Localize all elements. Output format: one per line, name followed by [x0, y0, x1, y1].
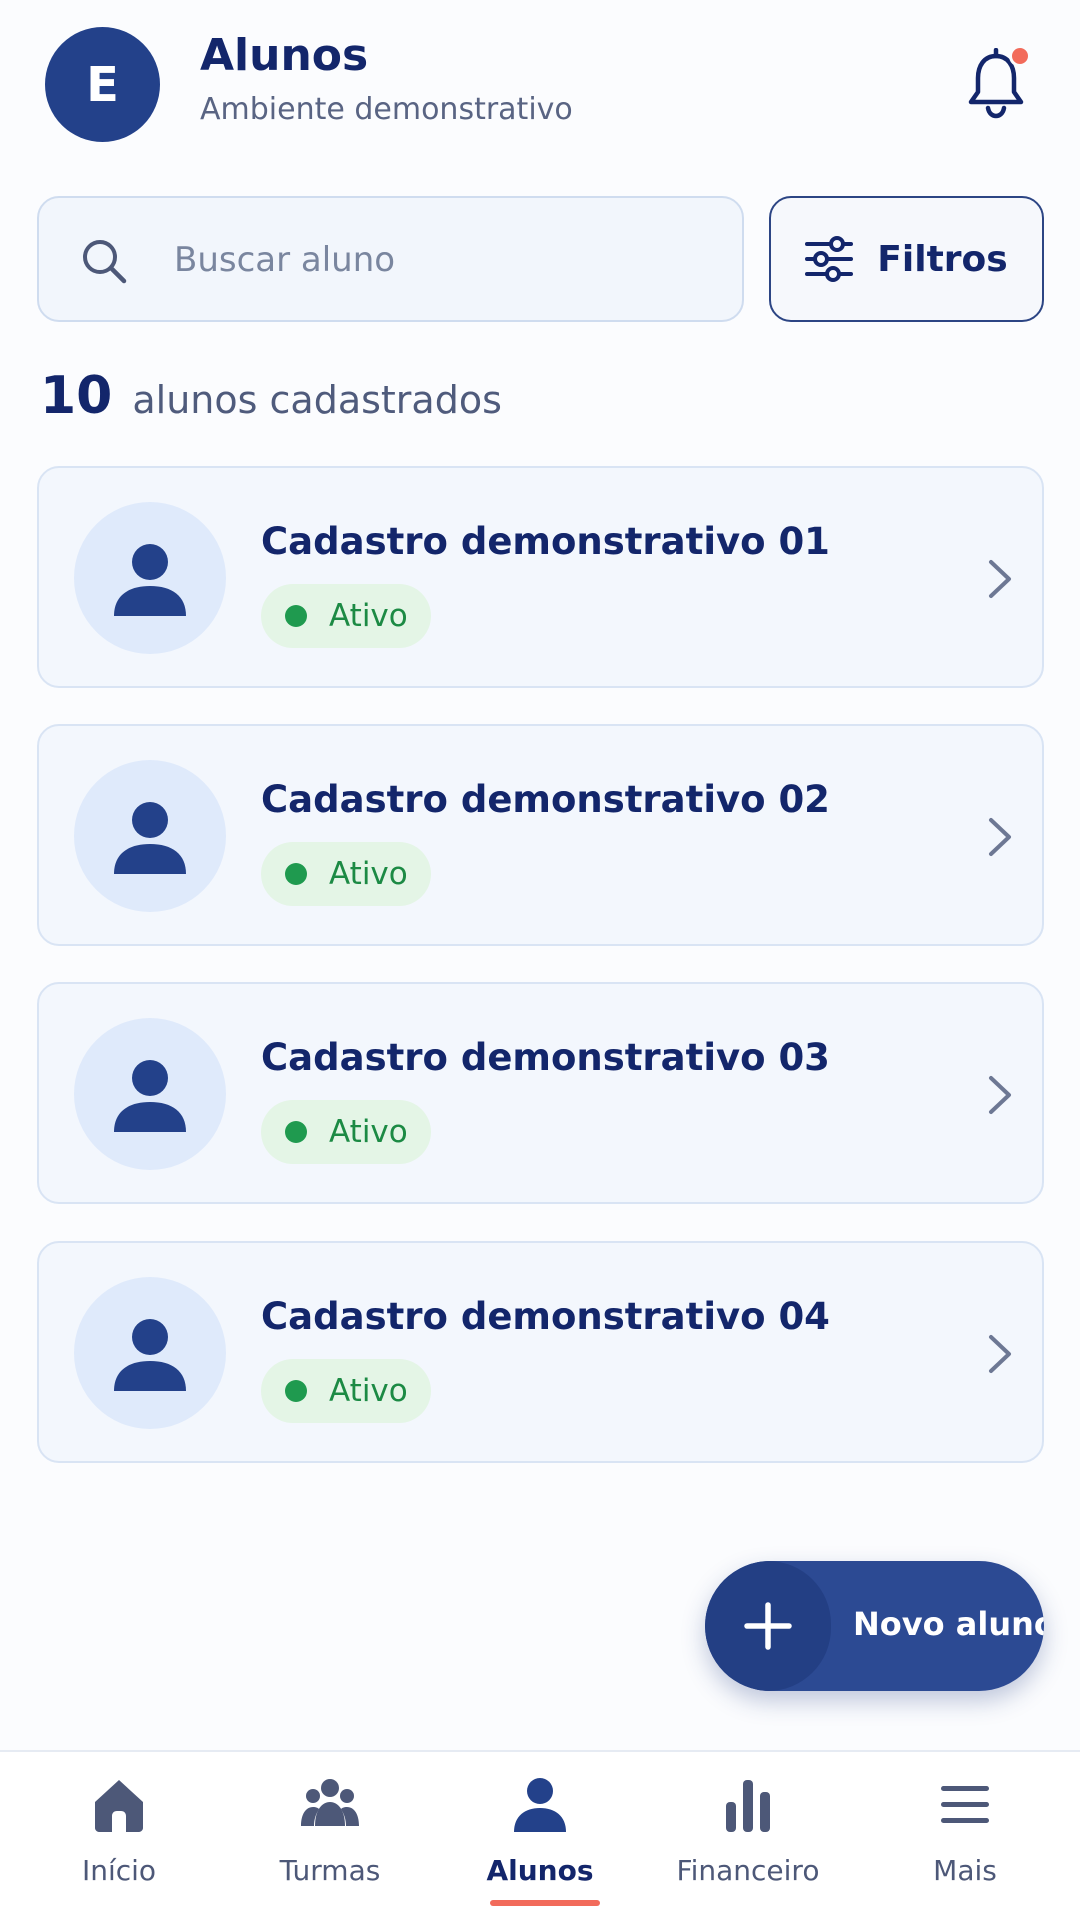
nav-label: Turmas — [279, 1854, 381, 1887]
chevron-right-icon — [989, 1335, 1011, 1373]
group-icon — [301, 1779, 359, 1826]
status-label: Ativo — [329, 1373, 408, 1409]
student-name: Cadastro demonstrativo 03 — [261, 1036, 830, 1079]
bar-chart-icon — [726, 1780, 770, 1832]
user-avatar[interactable]: E — [45, 27, 160, 142]
new-student-label: Novo aluno — [853, 1605, 1044, 1643]
user-icon — [114, 544, 186, 616]
search-box[interactable] — [37, 196, 744, 322]
student-card[interactable]: Cadastro demonstrativo 04 Ativo — [37, 1241, 1044, 1463]
filters-button[interactable]: Filtros — [769, 196, 1044, 322]
status-dot — [285, 605, 307, 627]
bottom-nav: Início Turmas Alunos Financeiro Mais — [0, 1750, 1080, 1920]
search-icon — [83, 240, 127, 284]
status-badge: Ativo — [261, 842, 431, 906]
nav-item-mais[interactable]: Mais — [865, 1774, 1065, 1904]
status-label: Ativo — [329, 1114, 408, 1150]
page-title: Alunos — [200, 30, 369, 81]
nav-item-alunos[interactable]: Alunos — [440, 1774, 640, 1906]
student-name: Cadastro demonstrativo 04 — [261, 1295, 830, 1338]
status-label: Ativo — [329, 598, 408, 634]
status-badge: Ativo — [261, 584, 431, 648]
home-icon — [95, 1780, 143, 1832]
user-icon — [114, 1319, 186, 1391]
student-avatar — [74, 760, 226, 912]
active-indicator — [490, 1900, 600, 1906]
nav-label: Financeiro — [676, 1854, 820, 1887]
student-name: Cadastro demonstrativo 01 — [261, 520, 830, 563]
student-count: 10 alunos cadastrados — [40, 366, 502, 426]
status-dot — [285, 1380, 307, 1402]
student-card[interactable]: Cadastro demonstrativo 01 Ativo — [37, 466, 1044, 688]
status-label: Ativo — [329, 856, 408, 892]
status-badge: Ativo — [261, 1100, 431, 1164]
status-dot — [285, 863, 307, 885]
nav-label: Mais — [933, 1854, 997, 1887]
chevron-right-icon — [989, 1076, 1011, 1114]
plus-icon — [744, 1602, 792, 1650]
new-student-button[interactable]: Novo aluno — [705, 1561, 1044, 1691]
chevron-right-icon — [989, 560, 1011, 598]
nav-item-turmas[interactable]: Turmas — [230, 1774, 430, 1904]
student-avatar — [74, 1277, 226, 1429]
user-icon — [114, 802, 186, 874]
student-card[interactable]: Cadastro demonstrativo 02 Ativo — [37, 724, 1044, 946]
nav-label: Início — [81, 1854, 157, 1887]
nav-item-inicio[interactable]: Início — [19, 1774, 219, 1904]
student-card[interactable]: Cadastro demonstrativo 03 Ativo — [37, 982, 1044, 1204]
count-number: 10 — [40, 366, 113, 426]
page-subtitle: Ambiente demonstrativo — [200, 92, 573, 127]
nav-item-financeiro[interactable]: Financeiro — [648, 1774, 848, 1904]
status-dot — [285, 1121, 307, 1143]
menu-icon — [941, 1786, 989, 1823]
user-icon — [114, 1060, 186, 1132]
user-icon — [514, 1778, 566, 1832]
app-header: E Alunos Ambiente demonstrativo — [0, 0, 1080, 160]
status-badge: Ativo — [261, 1359, 431, 1423]
student-avatar — [74, 1018, 226, 1170]
nav-label: Alunos — [486, 1854, 594, 1887]
student-avatar — [74, 502, 226, 654]
count-label: alunos cadastrados — [132, 378, 502, 422]
student-name: Cadastro demonstrativo 02 — [261, 778, 830, 821]
search-input[interactable] — [174, 228, 694, 292]
sliders-icon — [805, 236, 854, 282]
notification-dot — [1009, 45, 1031, 67]
filters-label: Filtros — [877, 238, 1008, 280]
chevron-right-icon — [989, 818, 1011, 856]
fab-icon-area — [705, 1561, 831, 1691]
